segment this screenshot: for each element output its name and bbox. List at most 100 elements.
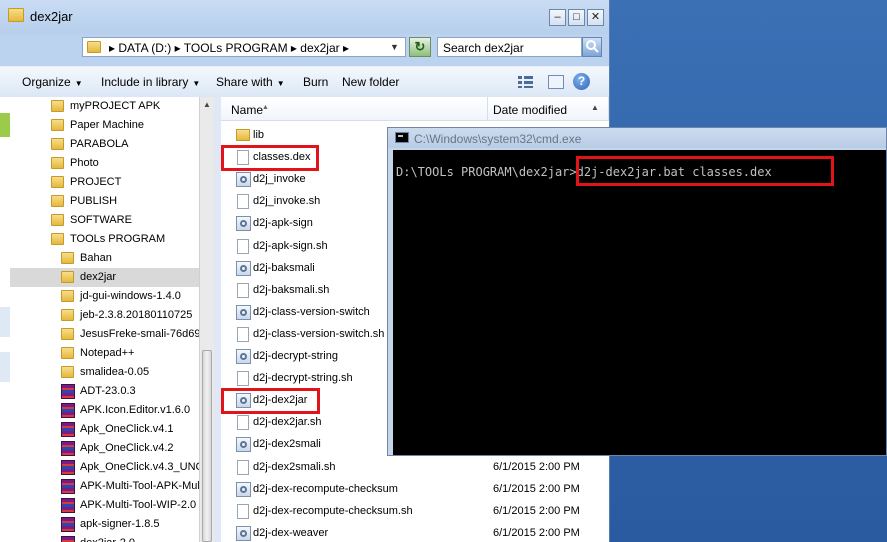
- help-icon[interactable]: ?: [573, 73, 590, 90]
- file-row[interactable]: d2j-dex-recompute-checksum 6/1/2015 2:00 …: [221, 478, 609, 500]
- close-button[interactable]: ✕: [587, 9, 604, 26]
- file-name: d2j-class-version-switch: [253, 305, 370, 318]
- nav-item[interactable]: ADT-23.0.3: [10, 382, 210, 401]
- organize-menu[interactable]: Organize ▼: [22, 75, 83, 89]
- cmd-titlebar[interactable]: C:\Windows\system32\cmd.exe: [388, 128, 886, 148]
- nav-item[interactable]: smalidea-0.05: [10, 363, 210, 382]
- file-name: d2j-baksmali.sh: [253, 283, 330, 296]
- file-icon: [237, 282, 249, 298]
- nav-item-label: dex2jar-2.0: [80, 537, 135, 542]
- search-icon[interactable]: [582, 37, 602, 57]
- nav-item[interactable]: SOFTWARE: [10, 211, 210, 230]
- file-icon: [237, 415, 249, 431]
- column-header-name[interactable]: Name ▲: [221, 97, 488, 121]
- nav-item[interactable]: apk-signer-1.8.5: [10, 515, 210, 534]
- folder-icon: [51, 100, 64, 112]
- file-row[interactable]: d2j-dex2smali.sh 6/1/2015 2:00 PM: [221, 456, 609, 478]
- winrar-archive-icon: [61, 441, 75, 456]
- nav-item[interactable]: Notepad++: [10, 344, 210, 363]
- nav-item-label: Photo: [70, 157, 99, 169]
- burn-button[interactable]: Burn: [303, 75, 328, 89]
- breadcrumb-separator: ▸: [109, 41, 116, 55]
- new-folder-button[interactable]: New folder: [342, 75, 399, 89]
- breadcrumb-separator: ▸: [174, 41, 181, 55]
- address-bar[interactable]: ▸ DATA (D:) ▸ TOOLs PROGRAM ▸ dex2jar ▸: [82, 37, 406, 57]
- breadcrumb-item-dex2jar[interactable]: dex2jar: [300, 41, 339, 55]
- navigation-scrollbar[interactable]: ▲: [199, 97, 214, 542]
- file-name: d2j-dex-recompute-checksum: [253, 482, 398, 495]
- share-with-menu[interactable]: Share with ▼: [216, 75, 285, 89]
- scroll-up-arrow-icon[interactable]: ▲: [591, 103, 599, 112]
- search-input[interactable]: Search dex2jar: [437, 37, 582, 57]
- nav-item-label: jeb-2.3.8.20180110725: [80, 309, 193, 321]
- explorer-titlebar[interactable]: dex2jar – □ ✕: [0, 0, 609, 34]
- nav-item[interactable]: Photo: [10, 154, 210, 173]
- nav-item-label: Notepad++: [80, 347, 135, 359]
- column-header-date-modified[interactable]: Date modified ▲: [488, 97, 609, 121]
- nav-item[interactable]: jd-gui-windows-1.4.0: [10, 287, 210, 306]
- file-row[interactable]: d2j-dex-weaver 6/1/2015 2:00 PM: [221, 522, 609, 542]
- desktop-icon: [0, 113, 10, 137]
- file-icon: [237, 371, 249, 387]
- winrar-archive-icon: [61, 422, 75, 437]
- file-name: d2j_invoke.sh: [253, 195, 321, 208]
- nav-item[interactable]: dex2jar-2.0: [10, 534, 210, 542]
- address-chevron-down-icon[interactable]: ▼: [390, 42, 399, 52]
- minimize-button[interactable]: –: [549, 9, 566, 26]
- console-icon: [395, 132, 409, 143]
- nav-item[interactable]: APK-Multi-Tool-WIP-2.0: [10, 496, 210, 515]
- file-name: d2j_invoke: [253, 173, 306, 186]
- batch-file-gear-icon: [236, 525, 251, 541]
- breadcrumb-item-tools-program[interactable]: TOOLs PROGRAM: [184, 41, 288, 55]
- nav-item[interactable]: Apk_OneClick.v4.3_UNC: [10, 458, 210, 477]
- console-prompt: D:\TOOLs PROGRAM\dex2jar>: [396, 165, 577, 179]
- folder-icon: [51, 138, 64, 150]
- include-in-library-menu[interactable]: Include in library ▼: [101, 75, 200, 89]
- chevron-down-icon: ▼: [276, 79, 285, 88]
- pane-splitter[interactable]: [214, 97, 221, 542]
- preview-pane-icon[interactable]: [548, 75, 564, 89]
- nav-item-label: JesusFreke-smali-76d69c: [80, 328, 206, 340]
- breadcrumb-item-data-drive[interactable]: DATA (D:): [118, 41, 171, 55]
- folder-icon: [61, 290, 74, 302]
- refresh-icon[interactable]: ↻: [409, 37, 431, 57]
- nav-item[interactable]: PARABOLA: [10, 135, 210, 154]
- nav-item[interactable]: PUBLISH: [10, 192, 210, 211]
- folder-icon: [87, 41, 101, 53]
- batch-file-gear-icon: [236, 304, 251, 320]
- nav-item[interactable]: myPROJECT APK: [10, 97, 210, 116]
- nav-item[interactable]: Apk_OneClick.v4.2: [10, 439, 210, 458]
- command-bar: Organize ▼ Include in library ▼ Share with…: [0, 66, 609, 98]
- file-name: d2j-apk-sign.sh: [253, 239, 328, 252]
- nav-item[interactable]: TOOLs PROGRAM: [10, 230, 210, 249]
- scrollbar-thumb[interactable]: [202, 350, 212, 542]
- nav-item[interactable]: PROJECT: [10, 173, 210, 192]
- console-output[interactable]: D:\TOOLs PROGRAM\dex2jar>d2j-dex2jar.bat…: [393, 150, 886, 455]
- file-icon: [237, 503, 249, 519]
- nav-item[interactable]: Paper Machine: [10, 116, 210, 135]
- nav-item-label: PARABOLA: [70, 138, 129, 150]
- scroll-up-arrow-icon[interactable]: ▲: [200, 97, 214, 112]
- file-icon: [237, 238, 249, 254]
- nav-item[interactable]: APK-Multi-Tool-APK-Multi: [10, 477, 210, 496]
- navigation-pane[interactable]: myPROJECT APK Paper Machine PARABOLA Photo P…: [10, 97, 214, 542]
- sort-ascending-icon: ▲: [262, 104, 269, 111]
- file-row[interactable]: d2j-dex-recompute-checksum.sh 6/1/2015 2:…: [221, 500, 609, 522]
- nav-item[interactable]: Apk_OneClick.v4.1: [10, 420, 210, 439]
- winrar-archive-icon: [61, 517, 75, 532]
- folder-icon: [51, 195, 64, 207]
- folder-icon: [51, 233, 64, 245]
- file-name: d2j-dex2smali.sh: [253, 460, 336, 473]
- nav-item[interactable]: Bahan: [10, 249, 210, 268]
- maximize-button[interactable]: □: [568, 9, 585, 26]
- nav-item[interactable]: jeb-2.3.8.20180110725: [10, 306, 210, 325]
- file-name: d2j-dex2jar: [253, 394, 308, 407]
- batch-file-gear-icon: [236, 216, 251, 232]
- breadcrumb-separator: ▸: [342, 41, 350, 55]
- change-view-icon[interactable]: [517, 75, 535, 89]
- nav-item[interactable]: JesusFreke-smali-76d69c: [10, 325, 210, 344]
- chevron-down-icon: ▼: [74, 79, 83, 88]
- file-name: classes.dex: [253, 151, 311, 164]
- nav-item[interactable]: APK.Icon.Editor.v1.6.0: [10, 401, 210, 420]
- nav-item[interactable]: dex2jar: [10, 268, 210, 287]
